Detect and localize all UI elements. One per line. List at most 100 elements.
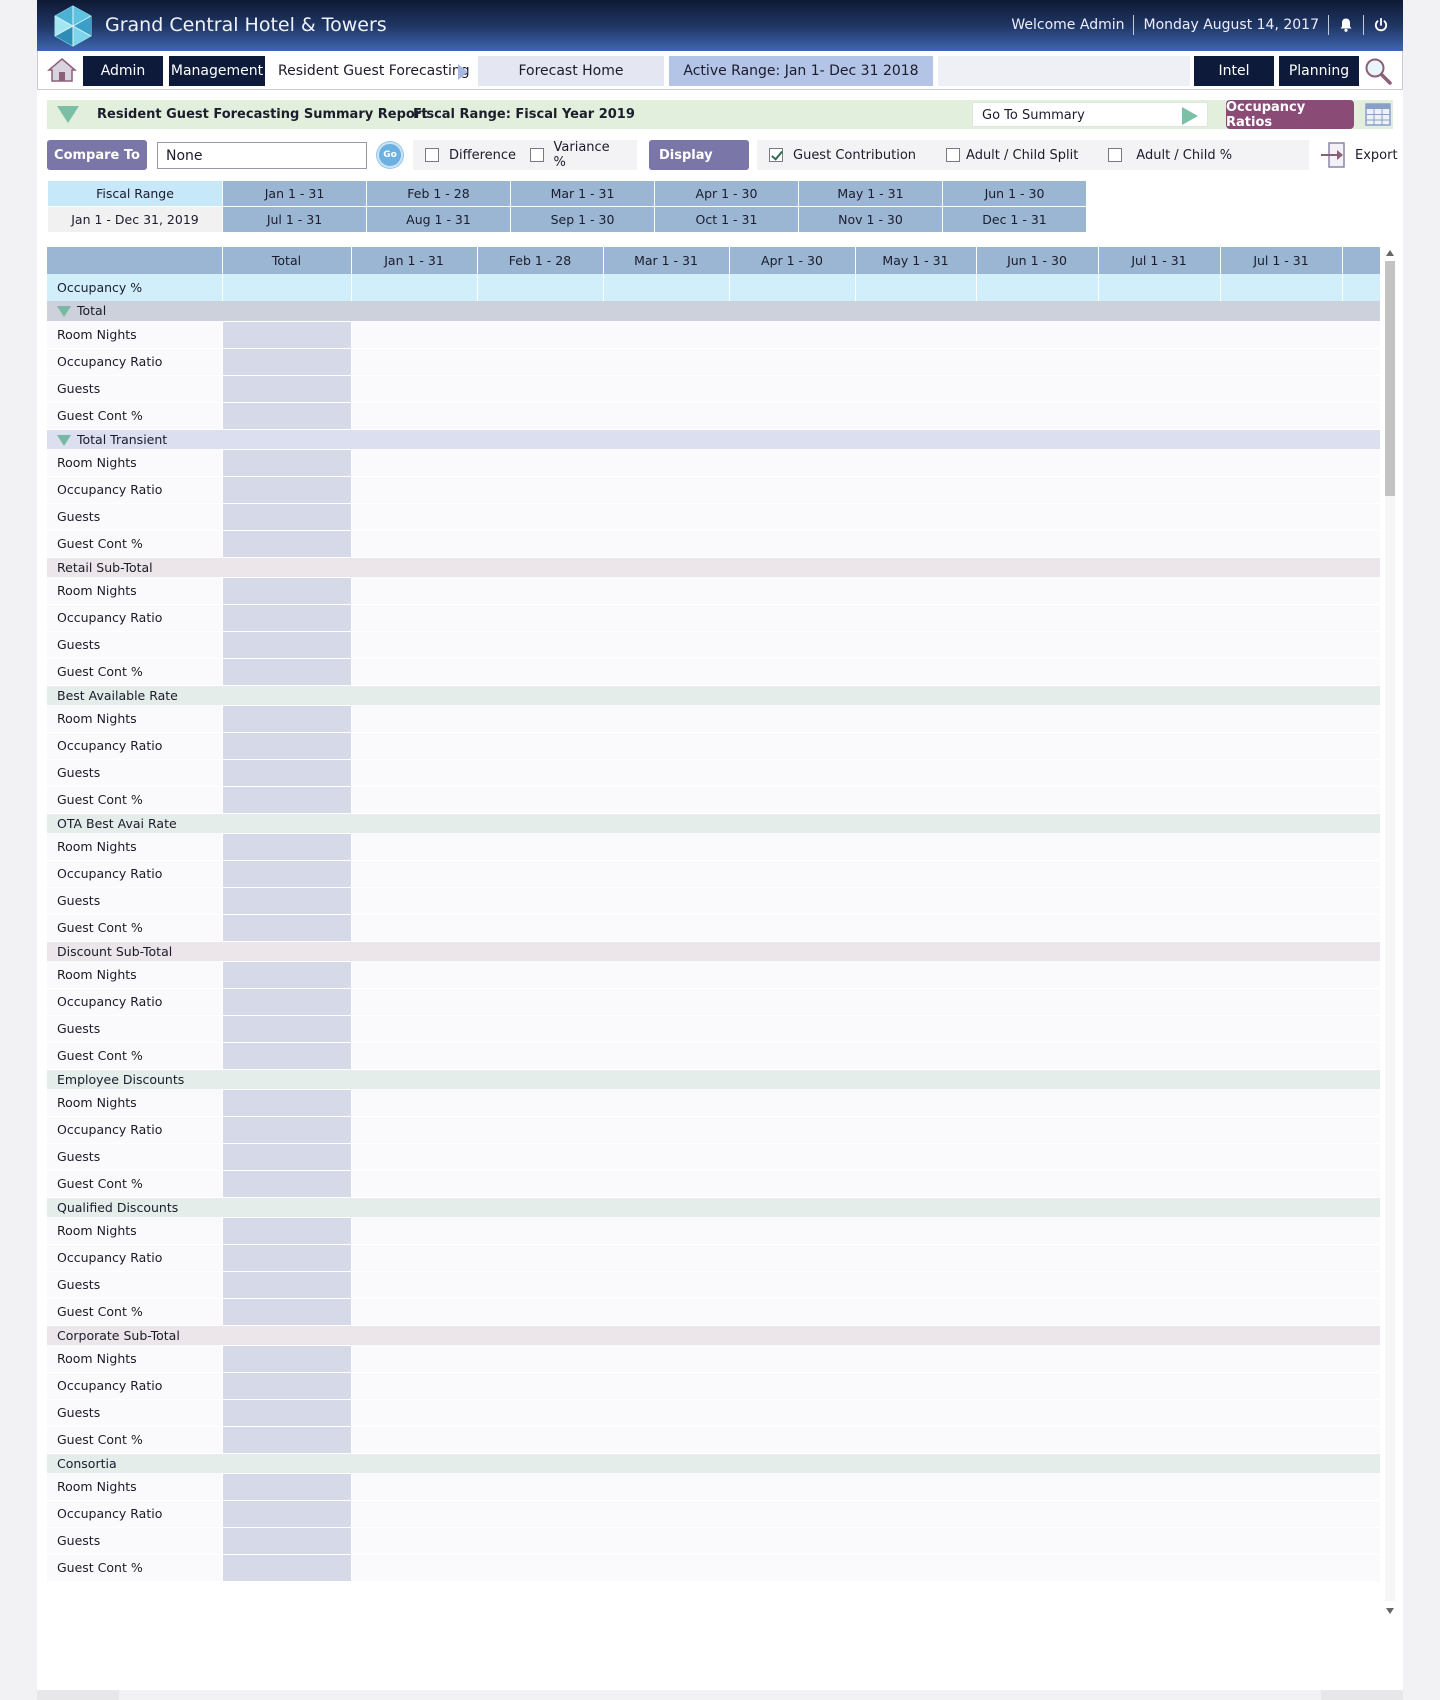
value-cell[interactable] [1220, 1554, 1342, 1582]
value-cell[interactable] [1220, 503, 1342, 531]
value-cell[interactable] [855, 705, 976, 733]
value-cell[interactable] [1342, 860, 1380, 888]
value-cell[interactable] [729, 1217, 855, 1245]
total-cell[interactable] [221, 1014, 352, 1043]
value-cell[interactable] [351, 1345, 477, 1373]
total-cell[interactable] [221, 320, 352, 349]
value-cell[interactable] [855, 1500, 976, 1528]
value-cell[interactable] [603, 1500, 729, 1528]
total-cell[interactable] [221, 1398, 352, 1427]
value-cell[interactable] [976, 914, 1098, 942]
group-header[interactable]: Total [47, 301, 1380, 321]
value-cell[interactable] [603, 658, 729, 686]
value-cell[interactable] [1220, 577, 1342, 605]
value-cell[interactable] [729, 658, 855, 686]
value-cell[interactable] [729, 961, 855, 989]
value-cell[interactable] [1220, 1089, 1342, 1117]
value-cell[interactable] [477, 1527, 603, 1555]
value-cell[interactable] [1342, 449, 1380, 477]
value-cell[interactable] [729, 631, 855, 659]
value-cell[interactable] [855, 1170, 976, 1198]
fiscal-month-cell[interactable]: Sep 1 - 30 [510, 206, 655, 233]
value-cell[interactable] [603, 503, 729, 531]
value-cell[interactable] [855, 887, 976, 915]
value-cell[interactable] [976, 988, 1098, 1016]
value-cell[interactable] [1342, 577, 1380, 605]
value-cell[interactable] [729, 887, 855, 915]
value-cell[interactable] [729, 449, 855, 477]
value-cell[interactable] [603, 988, 729, 1016]
value-cell[interactable] [976, 1473, 1098, 1501]
value-cell[interactable] [1098, 887, 1220, 915]
variance-checkbox[interactable]: Variance % [530, 140, 623, 170]
value-cell[interactable] [351, 860, 477, 888]
value-cell[interactable] [729, 1143, 855, 1171]
value-cell[interactable] [477, 1015, 603, 1043]
value-cell[interactable] [603, 1271, 729, 1299]
value-cell[interactable] [351, 402, 477, 430]
value-cell[interactable] [1342, 476, 1380, 504]
total-cell[interactable] [221, 1088, 352, 1117]
value-cell[interactable] [976, 1426, 1098, 1454]
checkbox-box[interactable] [946, 148, 961, 162]
total-cell[interactable] [221, 731, 352, 760]
total-cell[interactable] [221, 1243, 352, 1272]
value-cell[interactable] [729, 1089, 855, 1117]
value-cell[interactable] [729, 530, 855, 558]
value-cell[interactable] [477, 1372, 603, 1400]
value-cell[interactable] [855, 1399, 976, 1427]
value-cell[interactable] [1342, 1244, 1380, 1272]
value-cell[interactable] [729, 348, 855, 376]
value-cell[interactable] [1098, 321, 1220, 349]
value-cell[interactable] [1220, 321, 1342, 349]
value-cell[interactable] [1342, 402, 1380, 430]
value-cell[interactable] [603, 1399, 729, 1427]
total-cell[interactable] [221, 1425, 352, 1454]
value-cell[interactable] [1342, 759, 1380, 787]
value-cell[interactable] [351, 1170, 477, 1198]
compare-to-button[interactable]: Compare To [47, 140, 147, 170]
value-cell[interactable] [477, 1116, 603, 1144]
value-cell[interactable] [729, 786, 855, 814]
value-cell[interactable] [477, 887, 603, 915]
total-cell[interactable] [221, 603, 352, 632]
total-cell[interactable] [221, 1216, 352, 1245]
value-cell[interactable] [976, 833, 1098, 861]
value-cell[interactable] [855, 375, 976, 403]
value-cell[interactable] [1098, 375, 1220, 403]
value-cell[interactable] [1098, 449, 1220, 477]
value-cell[interactable] [351, 914, 477, 942]
checkbox-box[interactable] [425, 148, 439, 162]
column-header[interactable]: Jul 1 - 31 [1220, 247, 1343, 274]
value-cell[interactable] [1220, 914, 1342, 942]
forecast-home-link[interactable]: Forecast Home [478, 56, 664, 86]
value-cell[interactable] [855, 1143, 976, 1171]
value-cell[interactable] [603, 604, 729, 632]
fiscal-month-cell[interactable]: Oct 1 - 31 [654, 206, 799, 233]
value-cell[interactable] [603, 1554, 729, 1582]
value-cell[interactable] [351, 732, 477, 760]
value-cell[interactable] [351, 1217, 477, 1245]
group-header[interactable]: Total Transient [47, 429, 1380, 449]
intel-button[interactable]: Intel [1194, 56, 1274, 86]
value-cell[interactable] [729, 503, 855, 531]
value-cell[interactable] [1342, 705, 1380, 733]
value-cell[interactable] [351, 321, 477, 349]
export-button[interactable]: Export [1319, 140, 1398, 170]
planning-button[interactable]: Planning [1279, 56, 1359, 86]
value-cell[interactable] [477, 759, 603, 787]
value-cell[interactable] [729, 705, 855, 733]
value-cell[interactable] [351, 658, 477, 686]
value-cell[interactable] [1342, 1116, 1380, 1144]
value-cell[interactable] [603, 631, 729, 659]
group-header[interactable]: Corporate Sub-Total [47, 1325, 1380, 1345]
value-cell[interactable] [976, 658, 1098, 686]
value-cell[interactable] [1220, 759, 1342, 787]
value-cell[interactable] [351, 1473, 477, 1501]
value-cell[interactable] [1220, 1372, 1342, 1400]
value-cell[interactable] [477, 321, 603, 349]
value-cell[interactable] [351, 604, 477, 632]
value-cell[interactable] [1342, 1473, 1380, 1501]
value-cell[interactable] [477, 631, 603, 659]
value-cell[interactable] [976, 631, 1098, 659]
